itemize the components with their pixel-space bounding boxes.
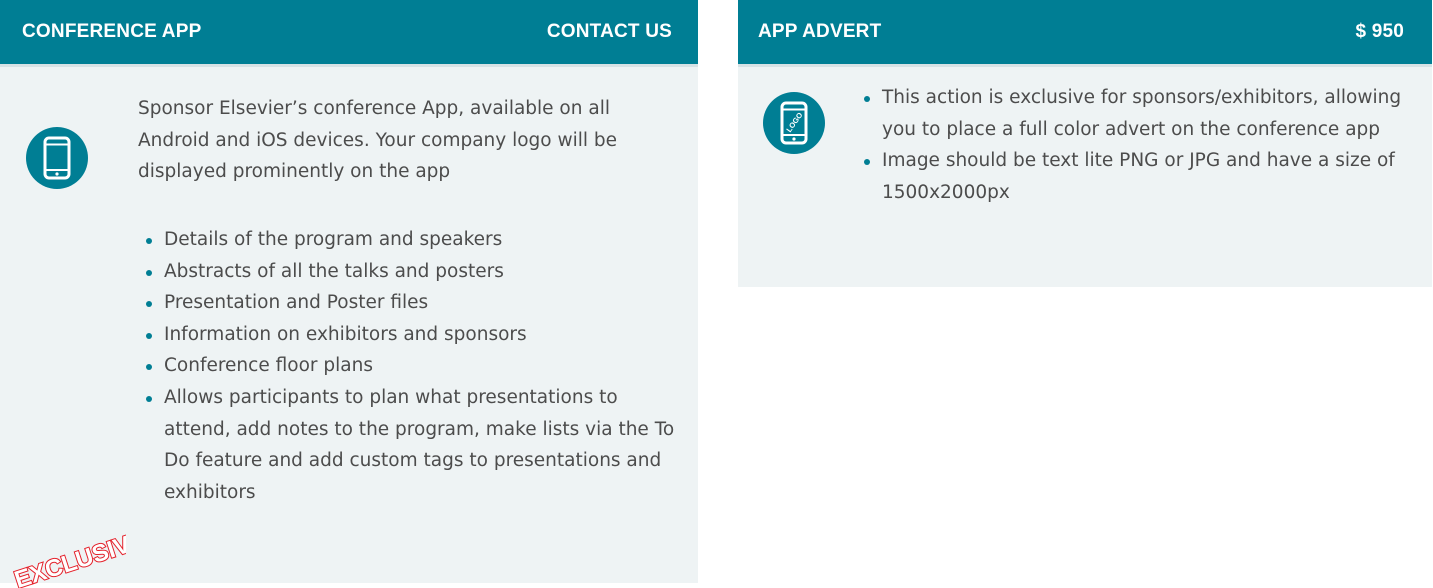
feature-item: Allows participants to plan what present… (145, 382, 685, 508)
contact-us-link[interactable]: CONTACT US (547, 21, 672, 43)
app-advert-title: APP ADVERT (758, 21, 882, 42)
conference-app-description: Sponsor Elsevier’s conference App, avail… (138, 98, 618, 183)
app-advert-header: APP ADVERT $ 950 (738, 0, 1432, 64)
smartphone-logo-icon: LOGO (763, 92, 825, 154)
feature-item: Conference floor plans (145, 350, 685, 382)
logo-label: LOGO (784, 111, 804, 134)
feature-item: Presentation and Poster files (145, 287, 685, 319)
app-advert-price: $ 950 (1355, 21, 1404, 42)
app-advert-panel: APP ADVERT $ 950 LOGO This action is exc… (738, 0, 1432, 287)
feature-item: Information on exhibitors and sponsors (145, 319, 685, 351)
app-advert-point-list: This action is exclusive for sponsors/ex… (863, 82, 1403, 208)
smartphone-icon (26, 127, 88, 189)
header-divider (0, 64, 698, 67)
conference-app-feature-list: Details of the program and speakers Abst… (145, 224, 685, 508)
advert-point: Image should be text lite PNG or JPG and… (863, 145, 1403, 208)
conference-app-title: CONFERENCE APP (22, 21, 202, 42)
conference-app-header: CONFERENCE APP CONTACT US (0, 0, 698, 64)
advert-point: This action is exclusive for sponsors/ex… (863, 82, 1403, 145)
header-divider (738, 64, 1432, 67)
feature-item: Details of the program and speakers (145, 224, 685, 256)
feature-item: Abstracts of all the talks and posters (145, 256, 685, 288)
conference-app-panel: CONFERENCE APP CONTACT US Sponsor Elsevi… (0, 0, 698, 588)
exclusive-badge-text: EXCLUSIVE (11, 526, 126, 588)
exclusive-badge: EXCLUSIVE (10, 525, 126, 588)
